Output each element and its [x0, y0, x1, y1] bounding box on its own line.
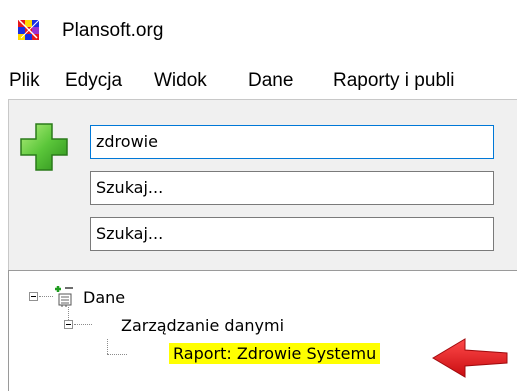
menu-item-edycja[interactable]: Edycja	[65, 70, 122, 92]
root-collapse-toggle[interactable]	[29, 292, 38, 301]
tree-node-zarzadzanie[interactable]: Zarządzanie danymi	[121, 316, 284, 335]
tree-connector	[39, 296, 53, 297]
tree-node-raport[interactable]: Raport: Zdrowie Systemu	[169, 343, 381, 364]
tree-view: Dane Zarządzanie danymi Raport: Zdrowie …	[8, 270, 517, 391]
tree-connector	[107, 354, 127, 355]
tree-connector	[107, 339, 108, 354]
plansoft-app-icon	[18, 19, 40, 40]
tree-connector	[74, 324, 92, 325]
data-tree-icon	[55, 286, 73, 307]
menu-item-widok[interactable]: Widok	[154, 70, 207, 92]
search-field-3[interactable]: Szukaj...	[90, 217, 494, 251]
search-panel: zdrowie Szukaj... Szukaj...	[8, 99, 517, 270]
menu-item-raporty[interactable]: Raporty i publi	[333, 70, 454, 92]
menu-item-dane[interactable]: Dane	[248, 70, 293, 92]
menu-item-plik[interactable]: Plik	[9, 70, 40, 92]
green-plus-icon[interactable]	[19, 122, 69, 172]
search-field-2[interactable]: Szukaj...	[90, 171, 494, 205]
title-bar: Plansoft.org	[0, 0, 517, 60]
search-input[interactable]: zdrowie	[90, 125, 494, 159]
tree-connector	[68, 307, 69, 320]
window-title: Plansoft.org	[62, 20, 164, 41]
child-collapse-toggle[interactable]	[64, 320, 73, 329]
tree-node-dane[interactable]: Dane	[83, 288, 125, 307]
red-arrow-icon	[432, 338, 508, 378]
menu-bar: Plik Edycja Widok Dane Raporty i publi	[0, 60, 517, 98]
